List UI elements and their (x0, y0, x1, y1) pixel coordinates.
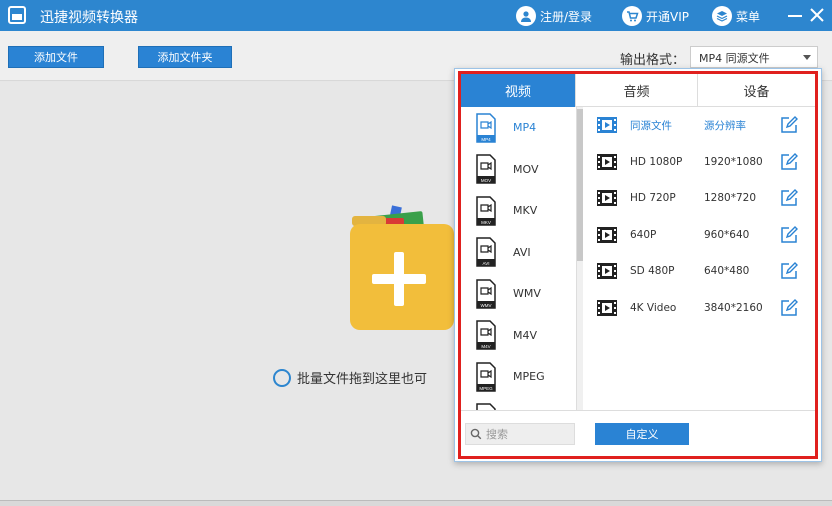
edit-icon[interactable] (780, 189, 798, 207)
output-format-value: MP4 同源文件 (699, 52, 770, 65)
mkv-badge: MKV (481, 220, 491, 225)
format-item-mpeg[interactable]: MPEG MPEG (461, 356, 576, 398)
smile-icon (273, 368, 291, 387)
resolution-row[interactable]: HD 1080P 1920*1080 (584, 144, 814, 181)
format-label: MPEG (513, 370, 545, 384)
file-icon (476, 403, 496, 410)
format-item-partial[interactable] (461, 398, 576, 410)
resolution-list: 同源文件 源分辨率 HD 1080P 1920*1080 HD 720P 128… (584, 107, 814, 410)
resolution-name: HD 720P (630, 192, 676, 205)
format-item-m4v[interactable]: M4V M4V (461, 315, 576, 357)
edit-icon[interactable] (780, 116, 798, 134)
output-format-select[interactable]: MP4 同源文件 (690, 46, 818, 68)
wmv-badge: WMV (481, 303, 492, 308)
film-icon (597, 263, 617, 280)
search-icon (470, 428, 482, 440)
edit-icon[interactable] (780, 298, 798, 317)
resolution-name: 640P (630, 228, 657, 241)
user-icon (516, 6, 536, 26)
login-button[interactable]: 注册/登录 (516, 5, 592, 27)
add-file-button[interactable]: 添加文件 (8, 46, 104, 68)
edit-icon[interactable] (780, 262, 798, 280)
film-icon (597, 299, 617, 316)
format-list: MP4 MP4 MOV MOV MKV MKV AVI AVI WMV WMV … (461, 107, 577, 410)
vip-button[interactable]: 开通VIP (622, 5, 689, 27)
vip-label: 开通VIP (646, 9, 689, 24)
resolution-row[interactable]: HD 720P 1280*720 (584, 180, 814, 217)
resolution-size: 源分辨率 (704, 119, 746, 132)
film-icon (597, 117, 617, 134)
mkv-file-icon: MKV (476, 196, 496, 226)
format-label: M4V (513, 328, 538, 342)
mov-badge: MOV (481, 178, 491, 183)
status-bar (0, 500, 832, 506)
format-item-mp4[interactable]: MP4 MP4 (461, 107, 576, 149)
resolution-name: HD 1080P (630, 155, 683, 168)
format-label: MKV (513, 204, 538, 218)
chevron-down-icon (803, 55, 811, 60)
resolution-size: 960*640 (704, 228, 750, 241)
format-search-input[interactable]: 搜索 (465, 423, 575, 445)
m4v-file-icon: M4V (476, 320, 496, 350)
menu-label: 菜单 (736, 9, 761, 24)
tab-audio[interactable]: 音频 (576, 74, 698, 107)
resolution-size: 1920*1080 (704, 155, 763, 168)
format-label: MP4 (513, 121, 537, 135)
format-tabs: 视频 音频 设备 (461, 74, 815, 107)
add-folder-button[interactable]: 添加文件夹 (138, 46, 232, 68)
panel-footer: 搜索 自定义 (461, 410, 815, 456)
layers-icon (712, 6, 732, 26)
resolution-size: 3840*2160 (704, 301, 763, 314)
film-icon (597, 190, 617, 207)
avi-file-icon: AVI (476, 237, 496, 267)
tab-device[interactable]: 设备 (698, 74, 815, 107)
cart-icon (622, 6, 642, 26)
m4v-badge: M4V (481, 344, 490, 349)
scrollbar-thumb[interactable] (577, 109, 583, 261)
mp4-file-icon: MP4 (476, 113, 496, 143)
resolution-size: 640*480 (704, 265, 750, 278)
app-title: 迅捷视频转换器 (40, 10, 138, 26)
edit-icon[interactable] (780, 225, 798, 244)
resolution-name: 同源文件 (630, 119, 672, 132)
resolution-name: 4K Video (630, 301, 677, 314)
format-label: AVI (513, 245, 531, 259)
mov-file-icon: MOV (476, 154, 496, 184)
resolution-row[interactable]: 640P 960*640 (584, 217, 814, 254)
drag-hint-text: 批量文件拖到这里也可 (297, 372, 428, 387)
format-item-wmv[interactable]: WMV WMV (461, 273, 576, 315)
format-label: MOV (513, 162, 539, 176)
mpeg-badge: MPEG (479, 386, 493, 391)
film-icon (597, 226, 617, 243)
menu-button[interactable]: 菜单 (712, 5, 760, 27)
resolution-name: SD 480P (630, 265, 675, 278)
resolution-row[interactable]: SD 480P 640*480 (584, 253, 814, 290)
wmv-file-icon: WMV (476, 279, 496, 309)
edit-icon[interactable] (780, 152, 798, 171)
resolution-row[interactable]: 4K Video 3840*2160 (584, 290, 814, 327)
format-label: WMV (513, 287, 541, 301)
format-item-mov[interactable]: MOV MOV (461, 149, 576, 191)
format-item-avi[interactable]: AVI AVI (461, 232, 576, 274)
output-format-label: 输出格式： (620, 53, 686, 68)
resolution-size: 1280*720 (704, 192, 757, 205)
resolution-row[interactable]: 同源文件 源分辨率 (584, 107, 814, 144)
drag-hint: 批量文件拖到这里也可 (273, 368, 427, 387)
add-folder-icon[interactable] (348, 196, 454, 332)
avi-badge: AVI (483, 261, 490, 266)
film-icon (597, 153, 617, 170)
title-bar: 迅捷视频转换器 注册/登录 开通VIP 菜单 (0, 0, 832, 31)
login-label: 注册/登录 (540, 9, 593, 24)
mp4-badge: MP4 (481, 137, 491, 142)
tab-video[interactable]: 视频 (461, 74, 576, 107)
format-scrollbar[interactable] (577, 107, 583, 410)
mpeg-file-icon: MPEG (476, 362, 496, 392)
custom-button[interactable]: 自定义 (595, 423, 689, 445)
close-icon[interactable] (808, 6, 826, 24)
app-logo-icon (8, 6, 26, 24)
format-item-mkv[interactable]: MKV MKV (461, 190, 576, 232)
search-placeholder: 搜索 (486, 428, 508, 441)
minimize-icon[interactable] (788, 15, 802, 17)
